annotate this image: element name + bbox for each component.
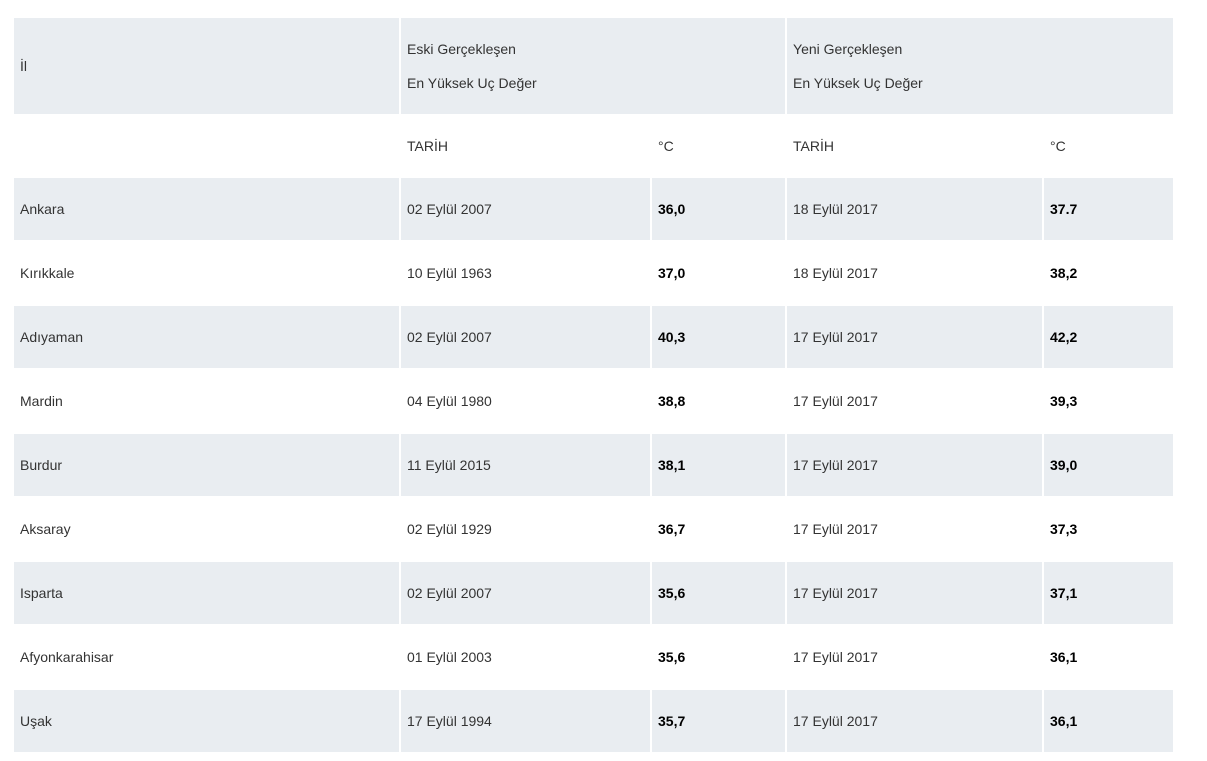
header-row-groups: İl Eski Gerçekleşen En Yüksek Uç Değer Y… bbox=[14, 18, 1174, 114]
cell-old-date: 02 Eylül 2007 bbox=[401, 178, 652, 242]
cell-old-date: 02 Eylül 1929 bbox=[401, 498, 652, 562]
cell-new-date: 17 Eylül 2017 bbox=[787, 306, 1045, 370]
cell-old-temp: 38,8 bbox=[652, 370, 788, 434]
cell-il: Burdur bbox=[14, 434, 401, 498]
cell-old-date: 10 Eylül 1963 bbox=[401, 242, 652, 306]
header-old-unit: °C bbox=[652, 114, 788, 178]
cell-old-temp: 36,0 bbox=[652, 178, 788, 242]
header-new-date: TARİH bbox=[787, 114, 1045, 178]
cell-new-date: 18 Eylül 2017 bbox=[787, 178, 1045, 242]
cell-new-date: 17 Eylül 2017 bbox=[787, 690, 1045, 754]
header-new-line1: Yeni Gerçekleşen bbox=[793, 41, 903, 57]
table-row: Ankara 02 Eylül 2007 36,0 18 Eylül 2017 … bbox=[14, 178, 1174, 242]
cell-il: Aksaray bbox=[14, 498, 401, 562]
cell-old-temp: 36,7 bbox=[652, 498, 788, 562]
table-row: Aksaray 02 Eylül 1929 36,7 17 Eylül 2017… bbox=[14, 498, 1174, 562]
header-empty-cell bbox=[14, 114, 401, 178]
cell-new-date: 17 Eylül 2017 bbox=[787, 498, 1045, 562]
cell-old-temp: 35,6 bbox=[652, 626, 788, 690]
header-old-record-group: Eski Gerçekleşen En Yüksek Uç Değer bbox=[401, 18, 788, 114]
table-row: Afyonkarahisar 01 Eylül 2003 35,6 17 Eyl… bbox=[14, 626, 1174, 690]
cell-new-temp: 36,1 bbox=[1044, 690, 1174, 754]
cell-old-date: 01 Eylül 2003 bbox=[401, 626, 652, 690]
cell-il: Kırıkkale bbox=[14, 242, 401, 306]
cell-il: Ankara bbox=[14, 178, 401, 242]
cell-new-date: 17 Eylül 2017 bbox=[787, 562, 1045, 626]
cell-old-date: 02 Eylül 2007 bbox=[401, 306, 652, 370]
cell-old-date: 17 Eylül 1994 bbox=[401, 690, 652, 754]
cell-il: Mardin bbox=[14, 370, 401, 434]
header-old-line1: Eski Gerçekleşen bbox=[407, 41, 516, 57]
cell-old-temp: 40,3 bbox=[652, 306, 788, 370]
cell-old-temp: 37,0 bbox=[652, 242, 788, 306]
cell-new-date: 18 Eylül 2017 bbox=[787, 242, 1045, 306]
cell-il: Uşak bbox=[14, 690, 401, 754]
cell-new-temp: 37,3 bbox=[1044, 498, 1174, 562]
cell-old-date: 11 Eylül 2015 bbox=[401, 434, 652, 498]
header-new-record-group: Yeni Gerçekleşen En Yüksek Uç Değer bbox=[787, 18, 1174, 114]
header-row-units: TARİH °C TARİH °C bbox=[14, 114, 1173, 178]
header-old-date: TARİH bbox=[401, 114, 652, 178]
table-row: Adıyaman 02 Eylül 2007 40,3 17 Eylül 201… bbox=[14, 306, 1174, 370]
cell-new-temp: 36,1 bbox=[1044, 626, 1174, 690]
table-body: İl Eski Gerçekleşen En Yüksek Uç Değer Y… bbox=[14, 18, 1174, 754]
cell-il: Isparta bbox=[14, 562, 401, 626]
cell-old-temp: 35,6 bbox=[652, 562, 788, 626]
table-row: Isparta 02 Eylül 2007 35,6 17 Eylül 2017… bbox=[14, 562, 1174, 626]
cell-il: Afyonkarahisar bbox=[14, 626, 401, 690]
cell-new-temp: 39,0 bbox=[1044, 434, 1174, 498]
cell-new-date: 17 Eylül 2017 bbox=[787, 434, 1045, 498]
cell-new-temp: 37,1 bbox=[1044, 562, 1174, 626]
cell-new-temp: 39,3 bbox=[1044, 370, 1174, 434]
cell-new-temp: 37.7 bbox=[1044, 178, 1174, 242]
cell-old-date: 04 Eylül 1980 bbox=[401, 370, 652, 434]
table-row: Mardin 04 Eylül 1980 38,8 17 Eylül 2017 … bbox=[14, 370, 1174, 434]
cell-new-date: 17 Eylül 2017 bbox=[787, 370, 1045, 434]
cell-new-temp: 38,2 bbox=[1044, 242, 1174, 306]
header-old-line2: En Yüksek Uç Değer bbox=[407, 75, 537, 91]
temperature-records-table: İl Eski Gerçekleşen En Yüksek Uç Değer Y… bbox=[14, 18, 1174, 754]
table-row: Kırıkkale 10 Eylül 1963 37,0 18 Eylül 20… bbox=[14, 242, 1174, 306]
cell-new-temp: 42,2 bbox=[1044, 306, 1174, 370]
table-row: Uşak 17 Eylül 1994 35,7 17 Eylül 2017 36… bbox=[14, 690, 1174, 754]
header-new-line2: En Yüksek Uç Değer bbox=[793, 75, 923, 91]
table-row: Burdur 11 Eylül 2015 38,1 17 Eylül 2017 … bbox=[14, 434, 1174, 498]
cell-old-temp: 38,1 bbox=[652, 434, 788, 498]
cell-old-date: 02 Eylül 2007 bbox=[401, 562, 652, 626]
header-il: İl bbox=[14, 18, 401, 114]
cell-old-temp: 35,7 bbox=[652, 690, 788, 754]
cell-new-date: 17 Eylül 2017 bbox=[787, 626, 1045, 690]
cell-il: Adıyaman bbox=[14, 306, 401, 370]
header-new-unit: °C bbox=[1050, 138, 1066, 154]
